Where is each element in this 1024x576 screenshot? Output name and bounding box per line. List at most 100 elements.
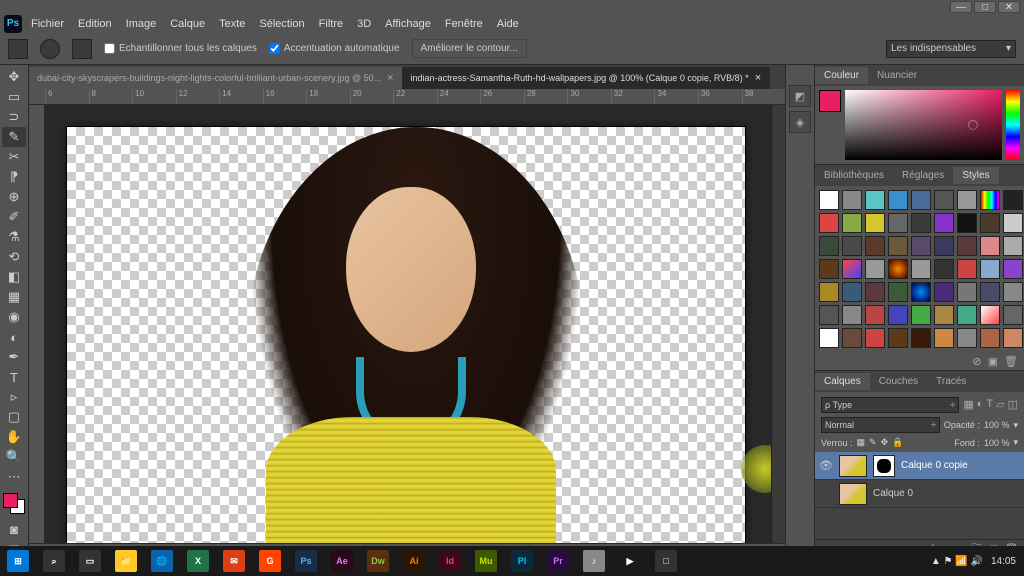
color-field[interactable] xyxy=(845,90,1002,160)
visibility-toggle-icon[interactable] xyxy=(819,487,833,501)
style-swatch[interactable] xyxy=(911,328,931,348)
style-swatch[interactable] xyxy=(934,305,954,325)
eyedropper-tool[interactable]: ⁋ xyxy=(2,167,26,187)
style-swatch[interactable] xyxy=(957,236,977,256)
type-tool[interactable]: T xyxy=(2,367,26,387)
style-swatch[interactable] xyxy=(911,305,931,325)
clear-style-icon[interactable]: ⊘ xyxy=(972,355,981,368)
color-picker[interactable] xyxy=(815,86,1024,164)
style-swatch[interactable] xyxy=(980,213,1000,233)
style-swatch[interactable] xyxy=(865,190,885,210)
style-swatch[interactable] xyxy=(934,213,954,233)
style-swatch[interactable] xyxy=(819,328,839,348)
hue-slider[interactable] xyxy=(1006,90,1020,160)
layer-name[interactable]: Calque 0 copie xyxy=(901,460,968,471)
foreground-color[interactable] xyxy=(3,493,18,508)
filter-smart-icon[interactable]: ◫ xyxy=(1008,398,1018,411)
document-tab[interactable]: dubai-city-skyscrapers-buildings-night-l… xyxy=(29,67,403,89)
lock-pixels-icon[interactable]: ✎ xyxy=(869,437,877,448)
style-swatch[interactable] xyxy=(957,259,977,279)
lock-all-icon[interactable]: 🔒 xyxy=(892,437,903,448)
brush-options[interactable] xyxy=(72,39,92,59)
close-tab-icon[interactable]: × xyxy=(755,72,761,84)
filter-shape-icon[interactable]: ▱ xyxy=(996,398,1004,411)
layer-item[interactable]: 👁 Calque 0 copie xyxy=(815,452,1024,480)
workspace-selector[interactable]: Les indispensables▾ xyxy=(886,40,1016,58)
edit-toolbar[interactable]: ⋯ xyxy=(2,467,26,487)
style-swatch[interactable] xyxy=(865,328,885,348)
system-tray[interactable]: ▲ ⚑ 📶 🔊 xyxy=(931,556,983,567)
taskbar-app[interactable]: Pl xyxy=(504,546,540,576)
style-swatch[interactable] xyxy=(842,328,862,348)
taskbar-app[interactable]: ▭ xyxy=(72,546,108,576)
stamp-tool[interactable]: ⚗ xyxy=(2,227,26,247)
style-swatch[interactable] xyxy=(957,282,977,302)
window-minimize-button[interactable]: — xyxy=(950,1,972,13)
style-swatch[interactable] xyxy=(888,213,908,233)
style-swatch[interactable] xyxy=(957,305,977,325)
brush-preset[interactable] xyxy=(40,39,60,59)
style-swatch[interactable] xyxy=(865,305,885,325)
history-brush-tool[interactable]: ⟲ xyxy=(2,247,26,267)
clock[interactable]: 14:05 xyxy=(991,556,1016,567)
lasso-tool[interactable]: ⊃ xyxy=(2,107,26,127)
sample-all-layers-checkbox[interactable]: Echantillonner tous les calques xyxy=(104,43,257,54)
style-swatch[interactable] xyxy=(842,190,862,210)
taskbar-app[interactable]: □ xyxy=(648,546,684,576)
style-swatch[interactable] xyxy=(980,305,1000,325)
style-swatch[interactable] xyxy=(819,213,839,233)
style-swatch[interactable] xyxy=(819,282,839,302)
panel-tab-couches[interactable]: Couches xyxy=(870,373,927,390)
marquee-tool[interactable]: ▭ xyxy=(2,87,26,107)
style-swatch[interactable] xyxy=(934,236,954,256)
style-swatch[interactable] xyxy=(957,190,977,210)
style-swatch[interactable] xyxy=(911,213,931,233)
style-swatch[interactable] xyxy=(1003,236,1023,256)
layer-thumbnail[interactable] xyxy=(839,455,867,477)
blend-mode-select[interactable]: Normal÷ xyxy=(821,417,940,433)
blur-tool[interactable]: ◉ xyxy=(2,307,26,327)
window-close-button[interactable]: ✕ xyxy=(998,1,1020,13)
taskbar-app[interactable]: ✉ xyxy=(216,546,252,576)
refine-edge-button[interactable]: Améliorer le contour... xyxy=(412,39,527,58)
style-swatch[interactable] xyxy=(865,282,885,302)
filter-type-icon[interactable]: T xyxy=(986,398,993,411)
style-swatch[interactable] xyxy=(888,282,908,302)
style-swatch[interactable] xyxy=(911,190,931,210)
healing-tool[interactable]: ⊕ xyxy=(2,187,26,207)
style-swatch[interactable] xyxy=(1003,213,1023,233)
filter-adjust-icon[interactable]: ◐ xyxy=(977,398,984,411)
menu-aide[interactable]: Aide xyxy=(490,16,526,32)
dodge-tool[interactable]: ◐ xyxy=(2,327,26,347)
shape-tool[interactable]: ▢ xyxy=(2,407,26,427)
style-swatch[interactable] xyxy=(888,236,908,256)
style-swatch[interactable] xyxy=(980,328,1000,348)
style-swatch[interactable] xyxy=(1003,190,1023,210)
taskbar-app[interactable]: ⊞ xyxy=(0,546,36,576)
layer-thumbnail[interactable] xyxy=(839,483,867,505)
layer-name[interactable]: Calque 0 xyxy=(873,488,913,499)
brush-tool[interactable]: ✐ xyxy=(2,207,26,227)
style-swatch[interactable] xyxy=(865,213,885,233)
path-tool[interactable]: ▹ xyxy=(2,387,26,407)
history-panel-icon[interactable]: ◩ xyxy=(789,85,811,107)
gradient-tool[interactable]: ▦ xyxy=(2,287,26,307)
style-swatch[interactable] xyxy=(842,259,862,279)
taskbar-app[interactable]: ⌕ xyxy=(36,546,72,576)
window-maximize-button[interactable]: □ xyxy=(974,1,996,13)
close-tab-icon[interactable]: × xyxy=(387,72,393,84)
menu-image[interactable]: Image xyxy=(119,16,164,32)
visibility-toggle-icon[interactable]: 👁 xyxy=(819,459,833,473)
style-swatch[interactable] xyxy=(911,282,931,302)
taskbar-app[interactable]: Mu xyxy=(468,546,504,576)
eraser-tool[interactable]: ◧ xyxy=(2,267,26,287)
taskbar-app[interactable]: Pr xyxy=(540,546,576,576)
style-swatch[interactable] xyxy=(842,213,862,233)
properties-panel-icon[interactable]: ◈ xyxy=(789,111,811,133)
taskbar-app[interactable]: Ai xyxy=(396,546,432,576)
style-swatch[interactable] xyxy=(1003,328,1023,348)
style-swatch[interactable] xyxy=(819,259,839,279)
menu-affichage[interactable]: Affichage xyxy=(378,16,438,32)
style-swatch[interactable] xyxy=(888,190,908,210)
style-swatch[interactable] xyxy=(934,259,954,279)
